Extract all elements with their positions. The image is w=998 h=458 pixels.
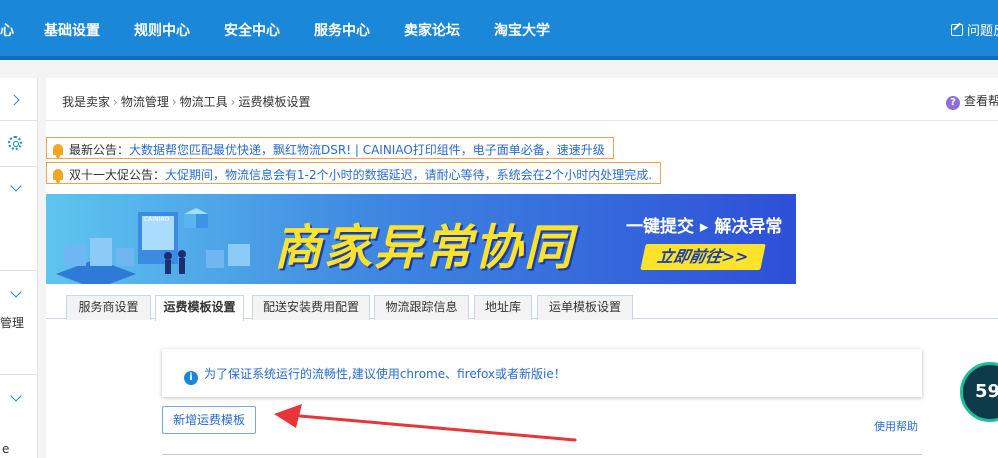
bell-icon <box>53 169 63 183</box>
add-shipping-template-button[interactable]: 新增运费模板 <box>162 406 256 434</box>
template-table-border <box>162 454 922 458</box>
notice-double11: 双十一大促公告：大促期间，物流信息会有1-2个小时的数据延迟，请耐心等待，系统会… <box>46 162 662 184</box>
nav-item-seller-forum[interactable]: 卖家论坛 <box>404 20 460 40</box>
expand-sidebar-icon[interactable] <box>8 94 20 106</box>
sidebar-item-label[interactable]: e <box>2 442 9 456</box>
promo-banner[interactable]: CAINIAO 商家异常协同 一键提交 ▸ 解决异常 立即前往>> <box>46 194 796 284</box>
edit-icon <box>951 24 963 36</box>
tab-shipping-template[interactable]: 运费模板设置 <box>155 295 244 321</box>
sidebar-divider <box>0 374 38 375</box>
breadcrumb-separator: › <box>113 95 118 109</box>
sidebar-divider <box>0 270 38 271</box>
breadcrumb-separator: › <box>171 95 177 109</box>
notice-label: 最新公告： <box>69 143 130 157</box>
question-icon: ? <box>946 96 960 110</box>
bell-icon <box>53 144 63 158</box>
nav-item-taobao-university[interactable]: 淘宝大学 <box>494 20 550 40</box>
nav-item-service-center[interactable]: 服务中心 <box>314 20 370 40</box>
breadcrumb-item[interactable]: 物流工具 <box>180 95 228 109</box>
breadcrumb-current: 运费模板设置 <box>238 95 311 109</box>
tab-delivery-install-fee[interactable]: 配送安装费用配置 <box>252 295 370 320</box>
feedback-link[interactable]: 问题反 <box>951 20 998 39</box>
nav-item-basic-settings[interactable]: 基础设置 <box>44 20 100 40</box>
breadcrumb-item[interactable]: 我是卖家 <box>62 95 110 109</box>
chevron-down-icon[interactable] <box>10 286 22 298</box>
speed-widget-value: 59 <box>975 381 998 402</box>
banner-cta-button[interactable]: 立即前往>> <box>640 244 766 270</box>
feedback-label: 问题反 <box>967 24 998 39</box>
breadcrumb-separator: › <box>230 95 236 109</box>
banner-logo-text: CAINIAO <box>144 216 170 223</box>
browser-tip-text: 为了保证系统运行的流畅性,建议使用chrome、firefox或者新版ie！ <box>204 367 566 381</box>
help-link-top[interactable]: ? 查看帮 <box>946 92 998 110</box>
nav-item-security-center[interactable]: 安全中心 <box>224 20 280 40</box>
nav-item-partial[interactable]: 心 <box>0 20 14 40</box>
gear-icon[interactable] <box>8 136 22 150</box>
chevron-down-icon[interactable] <box>10 390 22 402</box>
sidebar-divider <box>0 120 38 121</box>
breadcrumb-item[interactable]: 物流管理 <box>121 95 169 109</box>
tab-service-provider[interactable]: 服务商设置 <box>66 295 151 320</box>
notice-text[interactable]: 大促期间，物流信息会有1-2个小时的数据延迟，请耐心等待，系统会在2个小时内处理… <box>165 168 652 182</box>
banner-subtitle: 一键提交 ▸ 解决异常 <box>626 217 783 237</box>
sidebar-item-label[interactable]: 管理 <box>0 314 24 331</box>
nav-item-rules-center[interactable]: 规则中心 <box>134 20 190 40</box>
usage-help-link[interactable]: 使用帮助 <box>874 418 918 434</box>
tab-logistics-tracking[interactable]: 物流跟踪信息 <box>374 295 469 320</box>
chevron-down-icon[interactable] <box>10 180 22 192</box>
banner-title: 商家异常协同 <box>274 220 575 276</box>
tab-address-book[interactable]: 地址库 <box>474 295 532 320</box>
main-panel: 我是卖家 › 物流管理 › 物流工具 › 运费模板设置 ? 查看帮 最新公告：大数据帮您匹配最… <box>46 78 998 458</box>
top-nav: 心 基础设置 规则中心 安全中心 服务中心 卖家论坛 淘宝大学 问题反 <box>0 0 998 60</box>
help-top-label: 查看帮 <box>964 94 998 108</box>
notice-latest: 最新公告：大数据帮您匹配最优快递，飘红物流DSR! | CAINIAO打印组件，… <box>46 137 614 159</box>
tab-waybill-template[interactable]: 运单模板设置 <box>537 295 633 320</box>
breadcrumb: 我是卖家 › 物流管理 › 物流工具 › 运费模板设置 <box>46 78 998 121</box>
sidebar-divider <box>0 166 38 167</box>
browser-tip-box: i 为了保证系统运行的流畅性,建议使用chrome、firefox或者新版ie！ <box>162 349 922 397</box>
sidebar: 管理 e <box>0 78 38 458</box>
notice-text[interactable]: 大数据帮您匹配最优快递，飘红物流DSR! | CAINIAO打印组件，电子面单必… <box>129 143 605 157</box>
info-icon: i <box>184 371 198 385</box>
notice-label: 双十一大促公告： <box>69 168 166 182</box>
tab-bar: 服务商设置 运费模板设置 配送安装费用配置 物流跟踪信息 地址库 运单模板设置 <box>46 292 998 321</box>
